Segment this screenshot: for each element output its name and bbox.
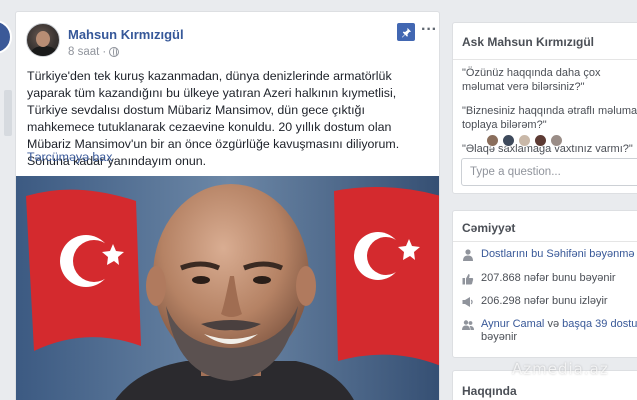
friend-avatars — [486, 134, 563, 147]
author-name[interactable]: Mahsun Kırmızıgül — [68, 27, 184, 42]
likes-row: 207.868 nəfər bunu bəyənir — [462, 272, 616, 285]
invite-friends-link[interactable]: Dostlarını bu Səhifəni bəyənmə — [481, 248, 634, 261]
divider — [453, 59, 637, 60]
friend-avatar[interactable] — [550, 134, 563, 147]
watermark: Azmedia.az — [512, 360, 609, 378]
friends-icon — [462, 319, 474, 331]
ask-question-input[interactable]: Type a question... — [461, 158, 637, 186]
post-time[interactable]: 8 saat — [68, 46, 99, 58]
pin-icon[interactable] — [397, 23, 415, 41]
left-nav-fragment — [4, 90, 12, 136]
right-sidebar: Ask Mahsun Kırmızıgül "Özünüz haqqında d… — [452, 0, 637, 400]
post-photo[interactable] — [16, 176, 439, 400]
author-avatar[interactable] — [26, 23, 60, 57]
likes-count: 207.868 nəfər bunu bəyənir — [481, 272, 616, 284]
about-title: Haqqında — [462, 384, 517, 398]
post-header: Mahsun Kırmızıgül 8 saat · — [26, 23, 431, 63]
friend-avatar[interactable] — [486, 134, 499, 147]
invite-friends-icon — [462, 249, 474, 261]
suggested-question[interactable]: "Biznesiniz haqqında ətraflı məlumat top… — [462, 105, 637, 132]
invite-friends-row[interactable]: Dostlarını bu Səhifəni bəyənmə — [462, 248, 634, 261]
friend-name-link[interactable]: Aynur Camal — [481, 318, 544, 330]
divider — [453, 241, 637, 242]
like-icon — [462, 273, 474, 285]
friend-avatar[interactable] — [518, 134, 531, 147]
friends-like-row: Aynur Camal və başqa 39 dostu bəyənir — [462, 318, 637, 344]
globe-icon — [109, 47, 120, 57]
friend-avatar[interactable] — [534, 134, 547, 147]
left-column-edge — [0, 0, 12, 400]
translate-link[interactable]: Tərcüməyə bax — [27, 150, 112, 164]
more-options-icon[interactable]: ··· — [421, 22, 437, 38]
post-meta: 8 saat · — [68, 46, 120, 58]
follow-icon — [462, 296, 474, 308]
community-title: Cəmiyyət — [462, 221, 516, 235]
follows-row: 206.298 nəfər bunu izləyir — [462, 295, 608, 308]
other-friends-link[interactable]: başqa 39 dostu — [562, 318, 637, 330]
community-card: Cəmiyyət Dostlarını bu Səhifəni bəyənmə … — [452, 210, 637, 358]
page-avatar[interactable] — [0, 20, 12, 54]
follows-count: 206.298 nəfər bunu izləyir — [481, 295, 608, 307]
ask-title: Ask Mahsun Kırmızıgül — [462, 35, 595, 49]
friend-avatar[interactable] — [502, 134, 515, 147]
suggested-question[interactable]: "Özünüz haqqında daha çox məlumat verə b… — [462, 67, 637, 94]
friends-like-suffix: bəyənir — [481, 331, 518, 343]
post-card: Mahsun Kırmızıgül 8 saat · ··· Türkiye'd… — [15, 11, 440, 400]
